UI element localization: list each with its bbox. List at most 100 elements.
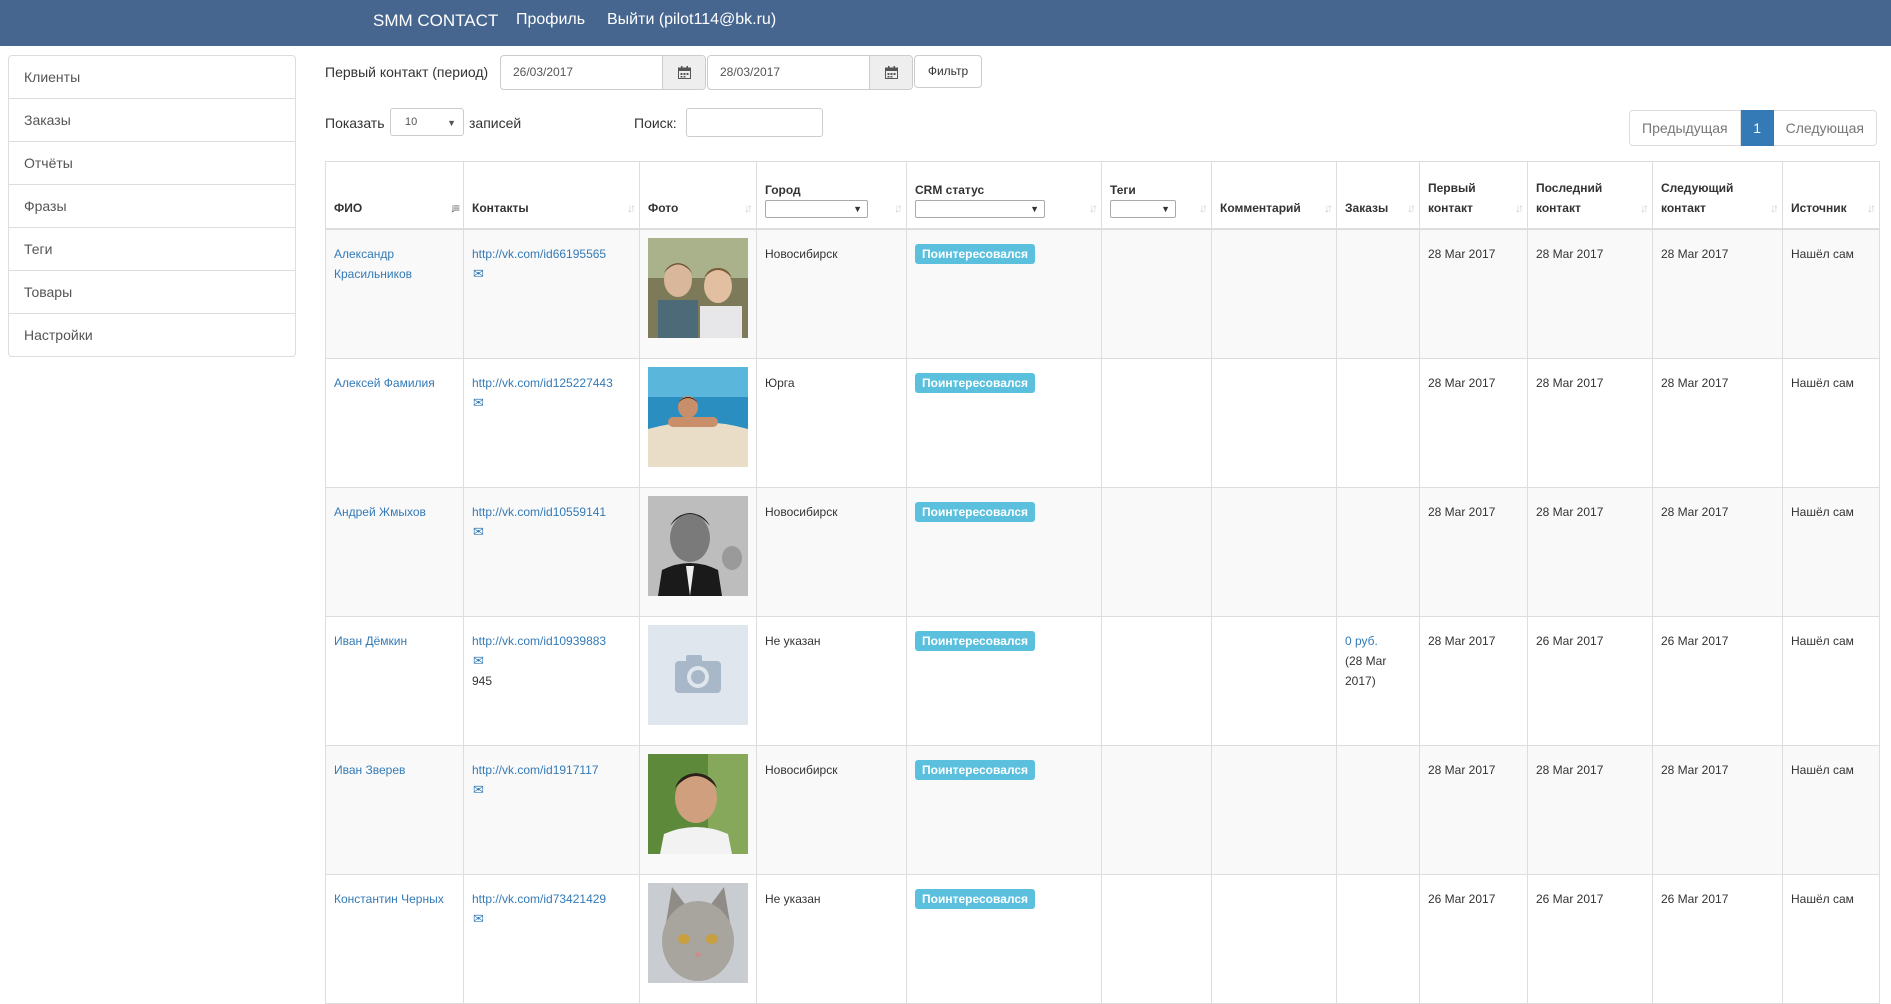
column-header-city[interactable]: Город ▼ ↓↑ — [756, 161, 907, 230]
sidebar-item-tags[interactable]: Теги — [9, 227, 295, 270]
sort-icon: ↓↑ — [1407, 201, 1416, 215]
city-cell: Не указан — [756, 616, 907, 746]
clients-table: ФИО ↓≡ Контакты ↓↑ Фото ↓↑ Город ▼ ↓↑ CRM ста… — [325, 161, 1880, 1004]
column-header-orders[interactable]: Заказы ↓↑ — [1336, 161, 1420, 230]
contact-extra: 945 — [472, 674, 493, 688]
date-to-input[interactable] — [708, 56, 870, 87]
header-label: Теги — [1110, 183, 1136, 197]
status-badge: Поинтересовался — [915, 373, 1036, 393]
header-label: Фото — [648, 201, 679, 215]
orders-link[interactable]: 0 руб. — [1345, 634, 1378, 648]
orders-cell: 0 руб. (28 Mar 2017) — [1336, 616, 1420, 746]
sort-icon: ↓↑ — [1089, 201, 1098, 215]
table-row: Алексей Фамилия http://vk.com/id12522744… — [325, 358, 1880, 488]
avatar-photo — [648, 754, 748, 854]
brand-link[interactable]: SMM CONTACT — [373, 11, 498, 31]
sort-icon: ↓↑ — [1515, 201, 1524, 215]
table-row: Андрей Жмыхов http://vk.com/id10559141 ✉ … — [325, 487, 1880, 617]
search-label: Поиск: — [634, 115, 677, 131]
header-label: Первый — [1428, 181, 1476, 195]
client-name-link[interactable]: Константин Черных — [334, 892, 444, 906]
tags-filter-select[interactable]: ▼ — [1110, 200, 1176, 218]
last-contact-cell: 26 Mar 2017 — [1527, 874, 1653, 1004]
column-header-crm[interactable]: CRM статус ▼ ↓↑ — [906, 161, 1102, 230]
chevron-down-icon: ▼ — [1161, 204, 1170, 214]
sort-icon: ↓↑ — [627, 201, 636, 215]
sort-icon: ↓↑ — [894, 201, 903, 215]
vk-profile-link[interactable]: http://vk.com/id125227443 — [472, 376, 613, 390]
pagination-prev-button[interactable]: Предыдущая — [1629, 110, 1741, 146]
city-filter-select[interactable]: ▼ — [765, 200, 868, 218]
calendar-icon[interactable] — [869, 56, 912, 89]
status-badge: Поинтересовался — [915, 244, 1036, 264]
last-contact-cell: 28 Mar 2017 — [1527, 745, 1653, 875]
page-size-value: 10 — [405, 116, 418, 128]
sidebar-item-phrases[interactable]: Фразы — [9, 184, 295, 227]
crm-filter-select[interactable]: ▼ — [915, 200, 1045, 218]
orders-cell — [1336, 487, 1420, 617]
sidebar-menu: Клиенты Заказы Отчёты Фразы Теги Товары … — [8, 55, 296, 357]
column-header-next-contact[interactable]: Следующий контакт ↓↑ — [1652, 161, 1783, 230]
header-label: Источник — [1791, 201, 1847, 215]
header-label: CRM статус — [915, 183, 985, 197]
tags-cell — [1101, 874, 1212, 1004]
sort-icon: ↓↑ — [1770, 201, 1779, 215]
client-name-link[interactable]: Андрей Жмыхов — [334, 505, 426, 519]
envelope-icon[interactable]: ✉ — [473, 911, 484, 927]
vk-profile-link[interactable]: http://vk.com/id10559141 — [472, 505, 606, 519]
vk-profile-link[interactable]: http://vk.com/id10939883 — [472, 634, 606, 648]
client-name-link[interactable]: Алексей Фамилия — [334, 376, 435, 390]
vk-profile-link[interactable]: http://vk.com/id66195565 — [472, 247, 606, 261]
column-header-photo[interactable]: Фото ↓↑ — [639, 161, 757, 230]
sort-icon: ↓↑ — [744, 201, 753, 215]
column-header-last-contact[interactable]: Последний контакт ↓↑ — [1527, 161, 1653, 230]
page-size-select[interactable]: 10 ▼ — [390, 108, 464, 136]
column-header-comment[interactable]: Комментарий ↓↑ — [1211, 161, 1337, 230]
client-name-link[interactable]: Александр Красильников — [334, 247, 412, 281]
comment-cell — [1211, 487, 1337, 617]
envelope-icon[interactable]: ✉ — [473, 395, 484, 411]
source-cell: Нашёл сам — [1782, 358, 1880, 488]
vk-profile-link[interactable]: http://vk.com/id1917117 — [472, 763, 599, 777]
pagination-next-button[interactable]: Следующая — [1773, 110, 1877, 146]
column-header-first-contact[interactable]: Первый контакт ↓↑ — [1419, 161, 1528, 230]
avatar-photo — [648, 883, 748, 983]
header-label: Заказы — [1345, 201, 1389, 215]
envelope-icon[interactable]: ✉ — [473, 524, 484, 540]
sidebar-item-reports[interactable]: Отчёты — [9, 141, 295, 184]
column-header-fio[interactable]: ФИО ↓≡ — [325, 161, 464, 230]
sidebar-item-orders[interactable]: Заказы — [9, 98, 295, 141]
nav-logout-link[interactable]: Выйти (pilot114@bk.ru) — [607, 11, 776, 29]
header-label: Город — [765, 183, 801, 197]
sidebar-item-clients[interactable]: Клиенты — [9, 56, 295, 98]
tags-cell — [1101, 487, 1212, 617]
sidebar-item-settings[interactable]: Настройки — [9, 313, 295, 356]
calendar-icon[interactable] — [662, 56, 705, 89]
client-name-link[interactable]: Иван Зверев — [334, 763, 405, 777]
envelope-icon[interactable]: ✉ — [473, 782, 484, 798]
show-label: Показать — [325, 115, 385, 131]
status-badge: Поинтересовался — [915, 760, 1036, 780]
status-badge: Поинтересовался — [915, 889, 1036, 909]
sidebar-item-products[interactable]: Товары — [9, 270, 295, 313]
last-contact-cell: 28 Mar 2017 — [1527, 228, 1653, 359]
vk-profile-link[interactable]: http://vk.com/id73421429 — [472, 892, 606, 906]
column-header-tags[interactable]: Теги ▼ ↓↑ — [1101, 161, 1212, 230]
search-input[interactable] — [686, 108, 823, 137]
next-contact-cell: 28 Mar 2017 — [1652, 358, 1783, 488]
filter-button[interactable]: Фильтр — [914, 55, 982, 88]
table-row: Александр Красильников http://vk.com/id6… — [325, 228, 1880, 359]
tags-cell — [1101, 616, 1212, 746]
envelope-icon[interactable]: ✉ — [473, 266, 484, 282]
nav-profile-link[interactable]: Профиль — [516, 11, 585, 29]
envelope-icon[interactable]: ✉ — [473, 653, 484, 669]
first-contact-cell: 26 Mar 2017 — [1419, 874, 1528, 1004]
pagination-page-button[interactable]: 1 — [1740, 110, 1774, 146]
column-header-source[interactable]: Источник ↓↑ — [1782, 161, 1880, 230]
last-contact-cell: 26 Mar 2017 — [1527, 616, 1653, 746]
date-from-picker — [500, 55, 706, 90]
first-contact-period-label: Первый контакт (период) — [325, 64, 489, 80]
column-header-contacts[interactable]: Контакты ↓↑ — [463, 161, 640, 230]
date-from-input[interactable] — [501, 56, 663, 87]
client-name-link[interactable]: Иван Дёмкин — [334, 634, 407, 648]
